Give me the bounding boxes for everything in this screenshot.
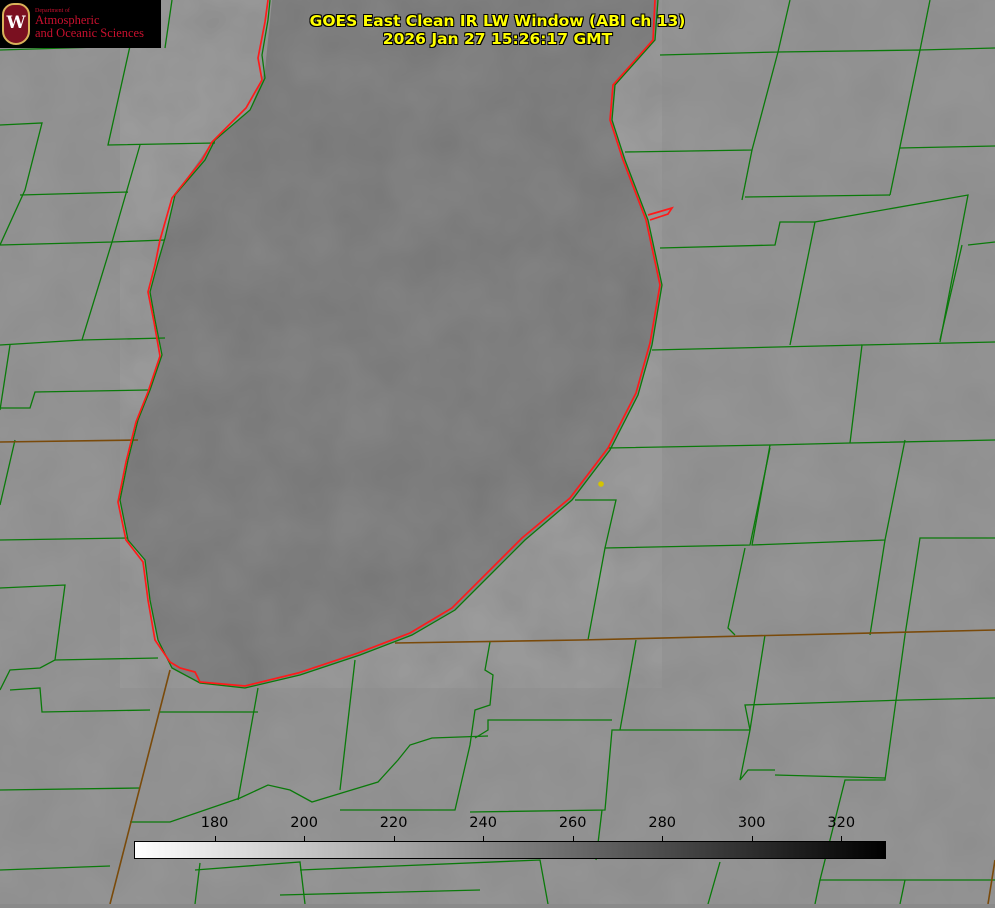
colorbar-tick-mark — [304, 836, 306, 842]
colorbar-tick-mark — [572, 836, 574, 842]
colorbar-tick-label: 280 — [648, 815, 677, 831]
colorbar-tick-label: 240 — [469, 815, 497, 831]
colorbar — [134, 841, 886, 859]
colorbar-tick-label: 320 — [827, 815, 856, 831]
colorbar-tick-mark — [214, 836, 216, 842]
colorbar-tick-label: 180 — [200, 815, 229, 831]
colorbar-tick-mark — [841, 836, 843, 842]
colorbar-tick-mark — [483, 836, 485, 842]
colorbar-tick-mark — [662, 836, 664, 842]
colorbar-tick-label: 300 — [737, 815, 766, 831]
colorbar-tick-mark — [393, 836, 395, 842]
image-title: GOES East Clean IR LW Window (ABI ch 13) — [309, 12, 686, 30]
colorbar-tick-label: 260 — [558, 815, 587, 831]
colorbar-tick-label: 220 — [379, 815, 408, 831]
colorbar-tick-label: 200 — [290, 815, 318, 831]
image-timestamp: 2026 Jan 27 15:26:17 GMT — [382, 30, 613, 48]
location-marker — [598, 481, 604, 487]
satellite-map: W Department of Atmospheric and Oceanic … — [0, 0, 995, 905]
map-svg — [0, 0, 995, 905]
colorbar-tick-mark — [751, 836, 753, 842]
